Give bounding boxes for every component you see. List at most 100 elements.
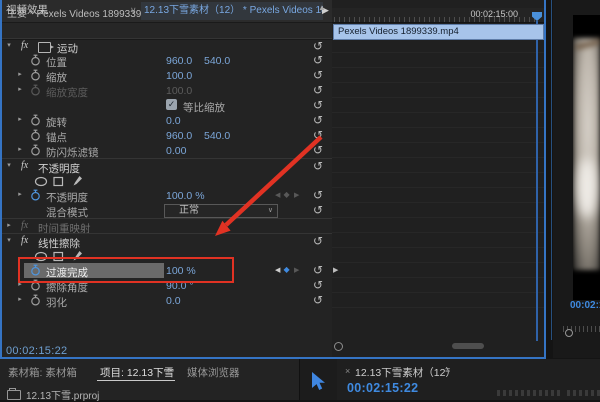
- video-effects-title: 视频效果: [6, 4, 48, 16]
- expander-icon[interactable]: ▸: [16, 85, 24, 93]
- reset-icon[interactable]: ↺: [313, 188, 323, 202]
- timeline-ruler[interactable]: 00:02:15:00: [332, 8, 545, 23]
- program-monitor-panel: 00:02:1: [553, 0, 600, 358]
- tab-project[interactable]: 项目: 12.13下雪: [100, 365, 174, 380]
- close-icon[interactable]: ×: [345, 366, 350, 376]
- edge-keyframe-arrow-icon[interactable]: ▶: [333, 266, 338, 274]
- row-time-remapping-group: ▸ fx 时间重映射: [0, 218, 332, 235]
- reset-icon[interactable]: ↺: [313, 159, 323, 173]
- expander-icon[interactable]: ▾: [5, 236, 13, 244]
- fx-badge-icon[interactable]: fx: [21, 160, 28, 171]
- position-value[interactable]: 540.0: [204, 55, 230, 67]
- project-file-icon: [7, 388, 21, 400]
- stopwatch-icon[interactable]: [30, 294, 41, 306]
- row-scale: ▸ 缩放 100.0 ↺: [0, 68, 332, 84]
- timeline-row-stripes: [332, 38, 545, 308]
- timeline-zoom-scrollbar[interactable]: [332, 341, 542, 351]
- effect-controls-timecode[interactable]: 00:02:15:22: [6, 345, 67, 357]
- source-bar: 主要 * Pexels Videos 1899339.mp4 ∨ 12.13下雪…: [0, 0, 332, 23]
- reset-icon[interactable]: ↺: [313, 113, 323, 127]
- playhead-line: [536, 21, 538, 341]
- monitor-zoom-knob[interactable]: [565, 329, 573, 337]
- sequence-clip-tab[interactable]: 12.13下雪素材（12） * Pexels Videos 189…: [141, 2, 323, 20]
- anti-flicker-value[interactable]: 0.00: [166, 145, 186, 157]
- fx-badge-icon[interactable]: fx: [21, 220, 28, 231]
- uniform-scale-checkbox[interactable]: ✓: [166, 99, 177, 110]
- bottom-panels: 素材箱: 素材箱 项目: 12.13下雪 ≡ 媒体浏览器 12.13下雪.prp…: [0, 359, 600, 402]
- zoom-knob[interactable]: [334, 342, 343, 351]
- prev-keyframe-icon[interactable]: ◀: [275, 191, 280, 199]
- reset-icon[interactable]: ↺: [313, 68, 323, 82]
- stopwatch-icon[interactable]: [30, 129, 41, 141]
- row-linear-wipe-group: ▾ fx 线性擦除 ↺: [0, 233, 332, 250]
- fx-badge-icon[interactable]: fx: [21, 235, 28, 246]
- scale-value[interactable]: 100.0: [166, 70, 192, 82]
- anchor-point-value[interactable]: 960.0: [166, 130, 192, 142]
- add-keyframe-icon[interactable]: ◆: [284, 190, 290, 199]
- selection-tool-icon[interactable]: [310, 371, 328, 393]
- reset-icon[interactable]: ↺: [313, 203, 323, 217]
- expander-icon[interactable]: ▸: [5, 221, 13, 229]
- feather-value[interactable]: 0.0: [166, 295, 181, 307]
- expander-icon[interactable]: ▸: [16, 115, 24, 123]
- reset-icon[interactable]: ↺: [313, 39, 323, 53]
- blend-mode-select[interactable]: 正常 ∨: [164, 203, 278, 218]
- expander-icon[interactable]: ▸: [16, 280, 24, 288]
- opacity-value[interactable]: 100.0 %: [166, 190, 205, 202]
- reset-icon[interactable]: ↺: [313, 128, 323, 142]
- tab-bin[interactable]: 素材箱: 素材箱: [8, 365, 77, 380]
- fx-badge-icon[interactable]: fx: [21, 40, 28, 51]
- reset-icon[interactable]: ↺: [313, 234, 323, 248]
- row-linear-wipe-masks: [0, 248, 332, 263]
- effect-rows: ▾ fx 运动 ↺ 位置 960.0 540.0 ↺ ▸ 缩放 100.0 ↺ ▸ 缩放宽度 100.0 ↺ ✓…: [0, 38, 332, 309]
- reset-icon[interactable]: ↺: [313, 143, 323, 157]
- motion-icon: [38, 42, 54, 53]
- next-keyframe-icon[interactable]: ▶: [294, 266, 299, 274]
- expander-icon[interactable]: ▸: [16, 70, 24, 78]
- stopwatch-icon[interactable]: [30, 69, 41, 81]
- reset-icon[interactable]: ↺: [313, 263, 323, 277]
- anchor-point-value[interactable]: 540.0: [204, 130, 230, 142]
- faint-marks: [567, 390, 600, 396]
- row-wipe-angle: ▸ 擦除角度 90.0 ° ↺: [0, 278, 332, 294]
- expander-icon[interactable]: ▾: [5, 41, 13, 49]
- timeline-tab[interactable]: 12.13下雪素材（12）: [355, 365, 456, 380]
- stopwatch-icon[interactable]: [30, 189, 41, 201]
- reset-icon[interactable]: ↺: [313, 278, 323, 292]
- expander-icon[interactable]: ▸: [16, 295, 24, 303]
- stopwatch-icon[interactable]: [30, 84, 41, 96]
- scale-width-value[interactable]: 100.0: [166, 85, 192, 97]
- transition-complete-value[interactable]: 100 %: [166, 265, 196, 277]
- position-value[interactable]: 960.0: [166, 55, 192, 67]
- tab-media-browser[interactable]: 媒体浏览器: [187, 365, 240, 380]
- prev-keyframe-icon[interactable]: ◀: [275, 266, 280, 274]
- expander-icon[interactable]: ▾: [5, 161, 13, 169]
- clip-bar[interactable]: Pexels Videos 1899339.mp4: [333, 24, 544, 40]
- scrollbar-thumb[interactable]: [452, 343, 484, 349]
- wipe-angle-value[interactable]: 90.0 °: [166, 280, 194, 292]
- monitor-timecode: 00:02:1: [570, 300, 600, 311]
- project-panel: 素材箱: 素材箱 项目: 12.13下雪 ≡ 媒体浏览器 12.13下雪.prp…: [0, 359, 298, 402]
- timeline-panel: × 12.13下雪素材（12） ≡ 00:02:15:22: [337, 359, 600, 400]
- reset-icon[interactable]: ↺: [313, 98, 323, 112]
- project-panel-menu-icon[interactable]: ≡: [167, 365, 172, 375]
- focus-border-left: [0, 0, 2, 358]
- stopwatch-icon[interactable]: [30, 144, 41, 156]
- timeline-timecode[interactable]: 00:02:15:22: [347, 381, 418, 395]
- reset-icon[interactable]: ↺: [313, 293, 323, 307]
- add-keyframe-icon[interactable]: ◆: [284, 265, 290, 274]
- timeline-panel-menu-icon[interactable]: ≡: [445, 365, 450, 375]
- stopwatch-icon[interactable]: [30, 279, 41, 291]
- stopwatch-icon[interactable]: [30, 54, 41, 66]
- row-feather: ▸ 羽化 0.0 ↺: [0, 293, 332, 309]
- stopwatch-icon[interactable]: [30, 264, 41, 276]
- rotation-value[interactable]: 0.0: [166, 115, 181, 127]
- next-keyframe-icon[interactable]: ▶: [294, 191, 299, 199]
- collapse-up-icon[interactable]: ▲: [318, 3, 326, 12]
- reset-icon[interactable]: ↺: [313, 83, 323, 97]
- row-anchor-point: 锚点 960.0 540.0 ↺: [0, 128, 332, 144]
- expander-icon[interactable]: ▸: [16, 190, 24, 198]
- expander-icon[interactable]: ▸: [16, 145, 24, 153]
- reset-icon[interactable]: ↺: [313, 53, 323, 67]
- stopwatch-icon[interactable]: [30, 114, 41, 126]
